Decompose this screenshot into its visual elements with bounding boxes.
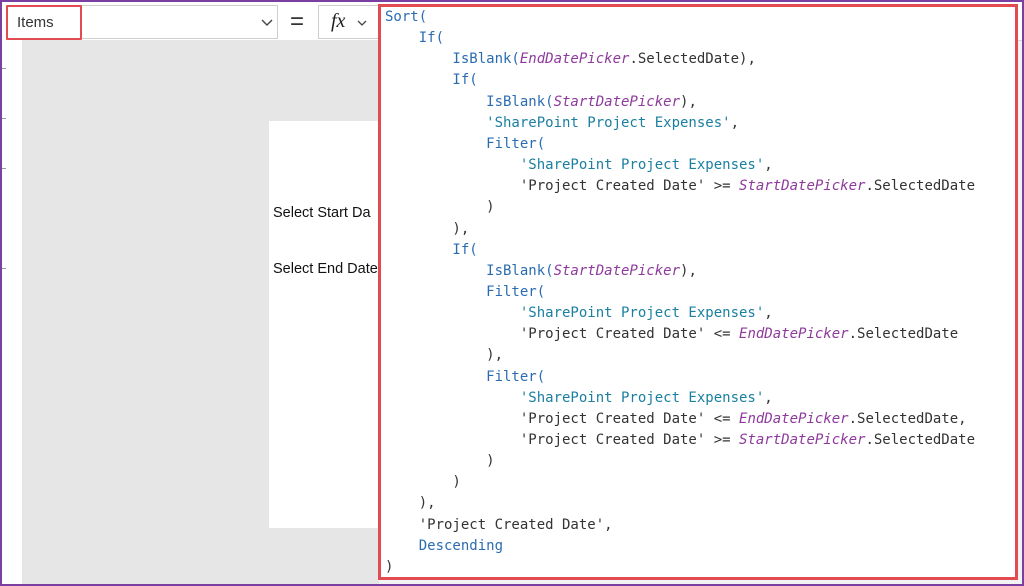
code-token: 'Project Created Date' >=: [385, 432, 740, 448]
code-line: ): [385, 451, 495, 472]
code-token: EndDatePicker: [519, 51, 630, 67]
code-line: If(: [385, 28, 444, 49]
code-token: IsBlank(: [385, 263, 554, 279]
rail-icon[interactable]: [2, 118, 6, 119]
code-line: ): [385, 197, 495, 218]
property-highlight-box: [6, 5, 82, 40]
code-line: 'Project Created Date' >= StartDatePicke…: [385, 430, 975, 451]
code-token: Filter(: [385, 136, 546, 152]
code-token: ),: [680, 94, 697, 110]
fx-icon: fx: [331, 10, 346, 32]
code-line: IsBlank(StartDatePicker),: [385, 261, 697, 282]
code-token: ),: [385, 347, 504, 363]
code-line: 'SharePoint Project Expenses',: [385, 113, 739, 134]
code-line: Descending: [385, 536, 503, 557]
start-date-label: Select Start Da: [273, 205, 371, 221]
code-token: IsBlank(: [385, 94, 554, 110]
code-token: ),: [385, 221, 470, 237]
code-token: ,: [764, 390, 773, 406]
code-token: Descending: [385, 538, 504, 554]
app-screen: Select Start Da Select End Date: [269, 121, 381, 528]
code-token: ,: [764, 305, 773, 321]
code-token: 'Project Created Date' <=: [385, 326, 740, 342]
code-token: .SelectedDate,: [848, 411, 967, 427]
code-token: .SelectedDate: [865, 432, 976, 448]
code-line: Filter(: [385, 134, 545, 155]
code-token: StartDatePicker: [553, 94, 681, 110]
code-token: 'SharePoint Project Expenses': [385, 157, 765, 173]
code-line: IsBlank(EndDatePicker.SelectedDate),: [385, 49, 756, 70]
code-token: ): [385, 199, 495, 215]
code-token: If(: [385, 242, 478, 258]
code-line: ),: [385, 493, 436, 514]
code-token: EndDatePicker: [739, 326, 849, 342]
code-token: 'Project Created Date': [385, 517, 605, 533]
code-line: ): [385, 557, 394, 577]
code-token: 'Project Created Date' <=: [385, 411, 740, 427]
code-token: If(: [385, 72, 478, 88]
code-token: ,: [604, 517, 613, 533]
code-token: 'SharePoint Project Expenses': [385, 390, 765, 406]
code-token: Sort(: [385, 9, 428, 25]
code-token: .SelectedDate: [848, 326, 959, 342]
code-line: If(: [385, 70, 478, 91]
code-token: ),: [680, 263, 697, 279]
code-token: ),: [385, 495, 436, 511]
code-line: Sort(: [385, 7, 427, 28]
rail-icon[interactable]: [2, 168, 6, 169]
formula-editor[interactable]: Sort( If( IsBlank(EndDatePicker.Selected…: [378, 4, 1018, 580]
code-line: 'Project Created Date' <= EndDatePicker.…: [385, 324, 958, 345]
code-token: EndDatePicker: [739, 411, 849, 427]
code-line: ),: [385, 345, 503, 366]
equals-sign: =: [289, 8, 304, 35]
code-line: 'SharePoint Project Expenses',: [385, 388, 773, 409]
code-token: Filter(: [385, 369, 546, 385]
code-line: 'SharePoint Project Expenses',: [385, 303, 773, 324]
code-token: StartDatePicker: [553, 263, 681, 279]
code-line: ): [385, 472, 461, 493]
code-line: 'Project Created Date',: [385, 515, 613, 536]
code-token: .SelectedDate: [865, 178, 976, 194]
code-token: StartDatePicker: [739, 432, 866, 448]
code-token: ,: [764, 157, 773, 173]
code-token: ): [385, 474, 461, 490]
code-token: ): [385, 559, 394, 575]
fx-button[interactable]: fx: [318, 5, 380, 39]
code-line: 'Project Created Date' <= EndDatePicker.…: [385, 409, 967, 430]
chevron-down-icon[interactable]: [259, 14, 275, 30]
code-line: ),: [385, 219, 469, 240]
code-token: 'SharePoint Project Expenses': [385, 305, 765, 321]
rail-icon[interactable]: [2, 68, 6, 69]
code-token: .SelectedDate),: [629, 51, 756, 67]
code-token: IsBlank(: [385, 51, 520, 67]
code-line: IsBlank(StartDatePicker),: [385, 92, 697, 113]
code-token: Filter(: [385, 284, 546, 300]
left-rail: [2, 40, 23, 584]
code-line: If(: [385, 240, 478, 261]
code-line: Filter(: [385, 367, 545, 388]
code-token: 'Project Created Date' >=: [385, 178, 740, 194]
code-token: ,: [730, 115, 740, 131]
code-token: If(: [385, 30, 445, 46]
code-token: ): [385, 453, 495, 469]
end-date-label: Select End Date: [273, 261, 378, 277]
code-token: 'SharePoint Project Expenses': [385, 115, 731, 131]
code-token: StartDatePicker: [739, 178, 866, 194]
rail-icon[interactable]: [2, 268, 6, 269]
chevron-down-icon: [357, 20, 367, 26]
code-line: Filter(: [385, 282, 545, 303]
code-line: 'SharePoint Project Expenses',: [385, 155, 773, 176]
code-line: 'Project Created Date' >= StartDatePicke…: [385, 176, 975, 197]
